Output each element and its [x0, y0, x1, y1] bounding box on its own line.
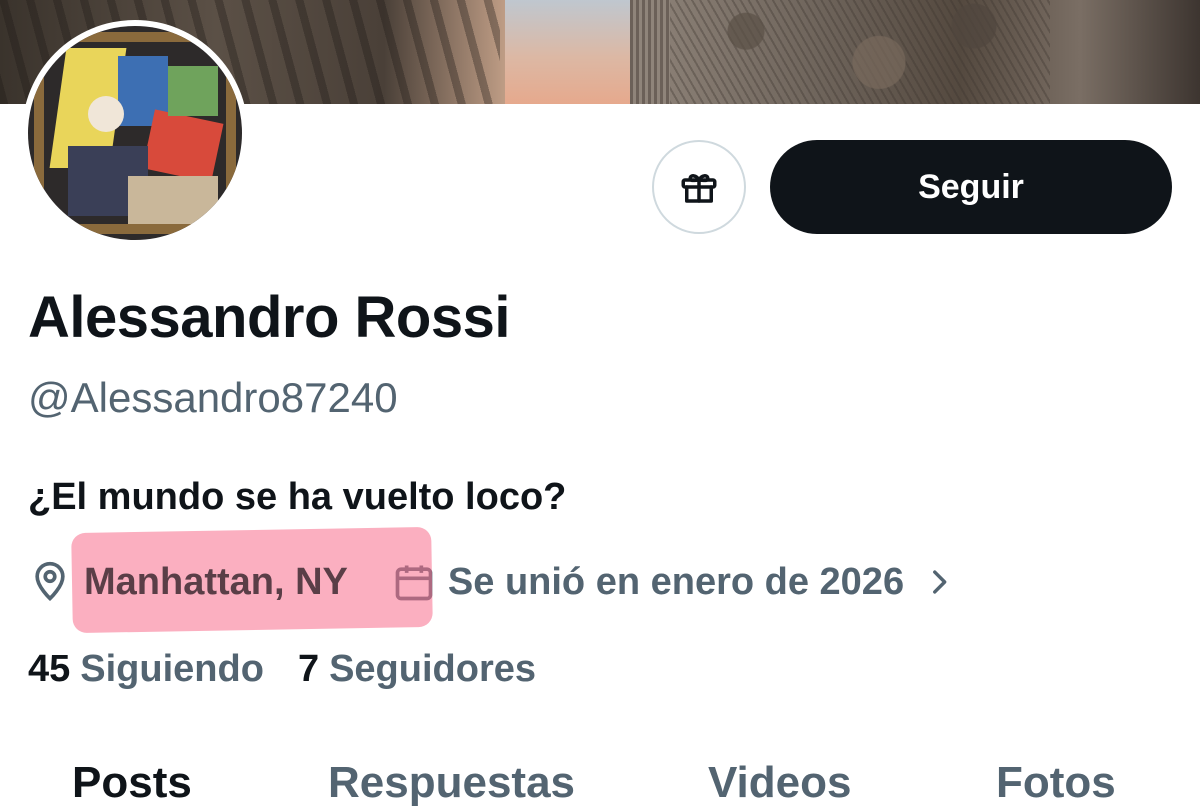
tab-videos[interactable]: Videos	[708, 758, 851, 808]
tab-posts[interactable]: Posts	[72, 758, 192, 808]
profile-handle: @Alessandro87240	[28, 374, 398, 421]
profile-bio: ¿El mundo se ha vuelto loco?	[28, 476, 567, 518]
avatar[interactable]	[22, 20, 248, 246]
follow-button[interactable]: Seguir	[770, 140, 1172, 234]
joined-text: Se unió en enero de 2026	[447, 560, 905, 603]
follow-stats: 45 Siguiendo 7 Seguidores	[28, 648, 570, 691]
gift-button[interactable]	[652, 140, 746, 234]
followers-count[interactable]: 7	[298, 648, 319, 691]
profile-name: Alessandro Rossi	[28, 285, 510, 350]
gift-icon	[681, 174, 717, 203]
location: Manhattan, NY	[28, 526, 433, 634]
following-label[interactable]: Siguiendo	[80, 648, 264, 691]
tab-respuestas[interactable]: Respuestas	[328, 758, 575, 808]
following-count[interactable]: 45	[28, 648, 70, 691]
chevron-right-icon	[933, 570, 947, 594]
joined-date[interactable]: Se unió en enero de 2026	[392, 560, 968, 604]
location-text: Manhattan, NY	[84, 560, 348, 603]
location-pin-icon	[35, 561, 65, 602]
avatar-image	[28, 26, 242, 240]
profile-meta: Manhattan, NY Se unió en enero de 2026	[28, 526, 968, 634]
tab-fotos[interactable]: Fotos	[996, 758, 1116, 808]
profile-tabs: Posts Respuestas Videos Fotos	[0, 748, 1200, 810]
followers-label[interactable]: Seguidores	[329, 648, 536, 691]
profile-page: Seguir Alessandro Rossi @Alessandro87240…	[0, 0, 1200, 810]
